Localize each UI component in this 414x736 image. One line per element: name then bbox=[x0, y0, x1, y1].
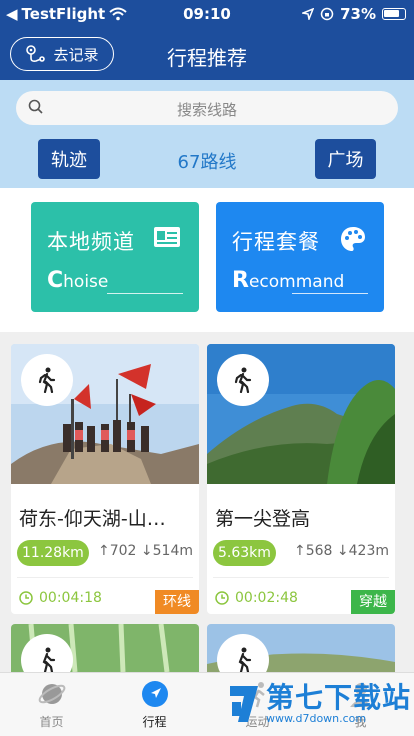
card-divider bbox=[213, 577, 389, 578]
palette-icon bbox=[341, 227, 365, 251]
status-right: 73% bbox=[302, 5, 406, 23]
local-channel-subtitle: Choise bbox=[47, 268, 109, 293]
descent-icon: ↓ bbox=[336, 543, 349, 559]
search-placeholder: 搜索线路 bbox=[176, 101, 237, 119]
location-icon bbox=[302, 8, 315, 20]
recommend-channel-subtitle: Recommand bbox=[232, 268, 345, 293]
route-type-badge: 穿越 bbox=[351, 590, 395, 614]
route-list: 荷东-仰天湖-山… 11.28km ↑702 ↓514m 00:04:18 环线… bbox=[0, 332, 414, 684]
search-section: 搜索线路 轨迹 67路线 广场 bbox=[0, 80, 414, 188]
route-duration: 00:04:18 bbox=[19, 590, 102, 606]
hiking-icon bbox=[21, 354, 73, 406]
hiking-icon bbox=[217, 354, 269, 406]
clock-icon bbox=[215, 591, 229, 605]
route-distance: 5.63km bbox=[213, 540, 276, 566]
tab-home[interactable]: 首页 bbox=[0, 679, 103, 730]
site-watermark: 第七下载站 www.d7down.com bbox=[228, 682, 411, 726]
channel-section: 本地频道 Choise 行程套餐 Recommand bbox=[0, 188, 414, 332]
local-channel-card[interactable]: 本地频道 Choise bbox=[31, 202, 199, 312]
tab-trip-label: 行程 bbox=[142, 715, 167, 729]
route-duration: 00:02:48 bbox=[215, 590, 298, 606]
recommend-channel-title: 行程套餐 bbox=[232, 230, 320, 254]
clock-icon bbox=[19, 591, 33, 605]
recommend-channel-underline bbox=[292, 293, 368, 294]
route-distance: 11.28km bbox=[17, 540, 89, 566]
page-title: 行程推荐 bbox=[167, 46, 247, 70]
battery-percent: 73% bbox=[340, 5, 376, 23]
local-channel-title: 本地频道 bbox=[47, 230, 135, 254]
tab-trip[interactable]: 行程 bbox=[103, 679, 206, 730]
planet-icon bbox=[38, 684, 65, 704]
watermark-url: www.d7down.com bbox=[266, 712, 367, 725]
nav-bar: 去记录 行程推荐 bbox=[0, 28, 414, 80]
local-channel-underline bbox=[107, 293, 183, 294]
ascent-icon: ↑ bbox=[293, 543, 306, 559]
rotation-lock-icon bbox=[320, 7, 334, 21]
status-bar: ◀ TestFlight 09:10 73% bbox=[0, 0, 414, 28]
route-card[interactable]: 荷东-仰天湖-山… 11.28km ↑702 ↓514m 00:04:18 环线 bbox=[11, 344, 199, 614]
route-elevation: ↑568 ↓423m bbox=[293, 543, 389, 559]
card-divider bbox=[17, 577, 193, 578]
tab-home-label: 首页 bbox=[39, 715, 64, 729]
route-elevation: ↑702 ↓514m bbox=[97, 543, 193, 559]
compass-icon bbox=[141, 681, 168, 707]
ascent-icon: ↑ bbox=[97, 543, 110, 559]
id-card-icon bbox=[154, 227, 180, 247]
battery-icon bbox=[382, 8, 406, 20]
search-input[interactable]: 搜索线路 bbox=[16, 91, 398, 125]
watermark-text: 第七下载站 bbox=[266, 681, 412, 714]
route-card[interactable]: 第一尖登高 5.63km ↑568 ↓423m 00:02:48 穿越 bbox=[207, 344, 395, 614]
d7-logo-icon bbox=[230, 686, 258, 722]
route-name: 荷东-仰天湖-山… bbox=[19, 508, 166, 530]
recommend-channel-card[interactable]: 行程套餐 Recommand bbox=[216, 202, 384, 312]
route-name: 第一尖登高 bbox=[215, 508, 311, 530]
square-button[interactable]: 广场 bbox=[315, 139, 376, 179]
route-type-badge: 环线 bbox=[155, 590, 199, 614]
descent-icon: ↓ bbox=[140, 543, 153, 559]
